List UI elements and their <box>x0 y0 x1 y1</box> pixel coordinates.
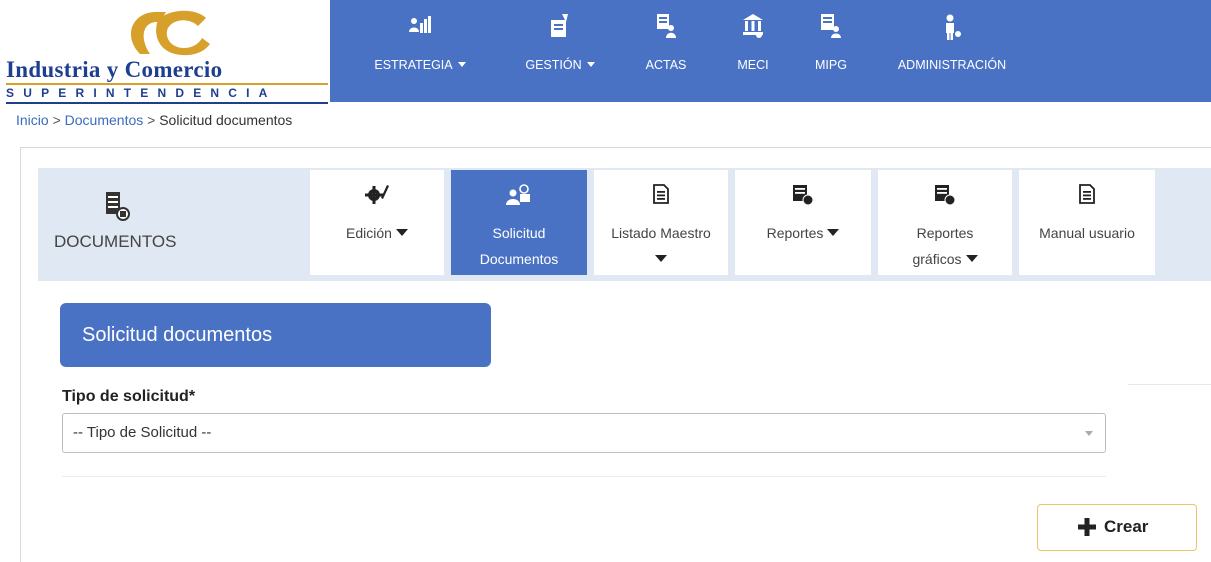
nav-administracion-label: ADMINISTRACIÓN <box>897 58 1007 72</box>
breadcrumb-separator: > <box>147 112 156 128</box>
tab-reportes-label: Reportes <box>766 225 824 241</box>
tab-manual-usuario-label: Manual usuario <box>1039 225 1135 241</box>
gear-pencil-icon <box>365 184 389 207</box>
nav-administracion[interactable]: ADMINISTRACIÓN <box>896 0 1008 102</box>
tab-solicitud-label-line1: Solicitud <box>492 225 546 241</box>
chevron-down-icon <box>395 229 408 236</box>
people-chart-icon <box>409 14 431 39</box>
tab-reportes-graficos[interactable]: Reportes gráficos <box>878 170 1012 275</box>
breadcrumb-documentos-link[interactable]: Documentos <box>65 112 144 128</box>
institution-icon <box>742 14 764 41</box>
tab-reportes[interactable]: Reportes <box>735 170 871 275</box>
nav-meci[interactable]: MECI <box>728 0 778 102</box>
nav-mipg-label: MIPG <box>815 58 847 72</box>
documents-stack-icon <box>104 192 130 227</box>
nav-estrategia-label: ESTRATEGIA <box>374 58 453 72</box>
module-title[interactable]: DOCUMENTOS <box>54 188 214 268</box>
logo-emblem-icon <box>130 10 210 56</box>
module-title-label: DOCUMENTOS <box>54 232 177 251</box>
form-title: Solicitud documentos <box>82 324 273 346</box>
form-header: Solicitud documentos <box>60 303 491 367</box>
tab-reportes-graficos-label-line1: Reportes <box>916 225 974 241</box>
crear-button-label: Crear <box>1104 517 1149 536</box>
document-icon <box>653 184 669 207</box>
crear-button[interactable]: Crear <box>1037 504 1197 551</box>
plus-icon <box>1077 517 1097 542</box>
report-chart-icon <box>934 184 956 209</box>
breadcrumb-current: Solicitud documentos <box>159 112 293 128</box>
manual-icon <box>1079 184 1095 207</box>
request-person-icon <box>506 184 532 209</box>
tab-listado-maestro-label: Listado Maestro <box>611 225 711 241</box>
nav-actas-label: ACTAS <box>645 58 687 72</box>
tab-listado-maestro[interactable]: Listado Maestro <box>594 170 728 275</box>
tab-reportes-graficos-label-line2: gráficos <box>912 251 962 267</box>
sic-logo[interactable]: Industria y Comercio SUPERINTENDENCIA <box>0 0 330 104</box>
chevron-down-icon <box>457 62 466 67</box>
chevron-down-icon <box>827 229 840 236</box>
breadcrumb-separator: > <box>52 112 61 128</box>
tipo-solicitud-selected-value: -- Tipo de Solicitud -- <box>73 424 212 441</box>
tab-edicion[interactable]: Edición <box>310 170 444 275</box>
meeting-document-icon <box>655 14 677 41</box>
tipo-solicitud-select[interactable]: -- Tipo de Solicitud -- <box>62 413 1106 453</box>
top-navigation-bar: ESTRATEGIA GESTIÓN ACTAS MECI MIPG ADMIN… <box>330 0 1211 102</box>
chevron-down-icon <box>655 255 667 262</box>
chevron-down-icon <box>965 255 978 262</box>
nav-estrategia[interactable]: ESTRATEGIA <box>370 0 470 102</box>
nav-meci-label: MECI <box>737 58 769 72</box>
divider <box>1128 384 1211 385</box>
nav-gestion[interactable]: GESTIÓN <box>514 0 606 102</box>
report-icon <box>792 184 814 209</box>
nav-actas[interactable]: ACTAS <box>636 0 696 102</box>
admin-person-icon <box>942 14 962 43</box>
breadcrumb-home-link[interactable]: Inicio <box>16 112 49 128</box>
breadcrumb: Inicio > Documentos > Solicitud document… <box>16 112 292 128</box>
document-person-icon <box>820 14 842 41</box>
nav-gestion-label: GESTIÓN <box>525 58 582 72</box>
nav-mipg[interactable]: MIPG <box>806 0 856 102</box>
tab-solicitud-documentos[interactable]: Solicitud Documentos <box>451 170 587 275</box>
divider <box>62 476 1106 477</box>
chevron-down-icon <box>586 62 595 67</box>
document-edit-icon <box>550 14 570 41</box>
tab-manual-usuario[interactable]: Manual usuario <box>1019 170 1155 275</box>
tab-solicitud-label-line2: Documentos <box>479 251 559 267</box>
tipo-solicitud-label: Tipo de solicitud* <box>62 388 196 405</box>
logo-title: Industria y Comercio <box>6 57 223 82</box>
tab-edicion-label: Edición <box>346 225 392 241</box>
select-arrow-icon <box>1085 431 1093 436</box>
logo-subtitle: SUPERINTENDENCIA <box>6 83 328 104</box>
